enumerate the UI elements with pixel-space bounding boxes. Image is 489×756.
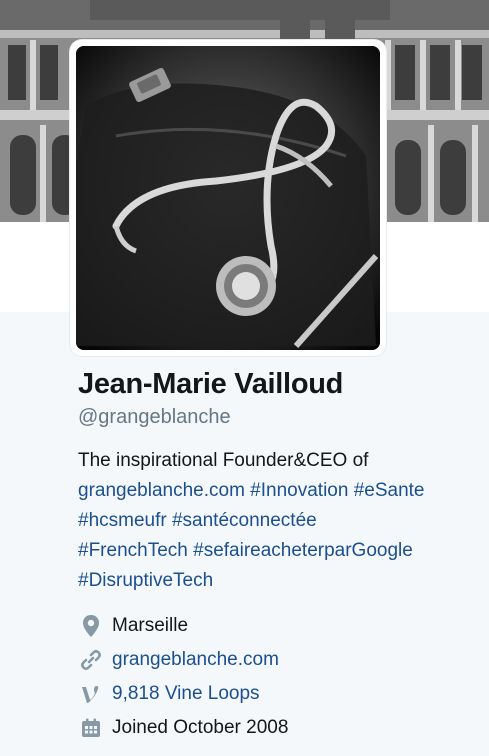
profile-handle[interactable]: @grangeblanche <box>78 406 231 429</box>
calendar-icon <box>78 715 104 741</box>
bio-hashtag-sefaireacheterpargoogle[interactable]: #sefaireacheterparGoogle <box>193 540 413 561</box>
bio-text: The inspirational Founder&CEO of <box>78 450 369 471</box>
profile-joined: Joined October 2008 <box>78 714 288 742</box>
profile-website: grangeblanche.com <box>78 646 279 674</box>
bio-hashtag-frenchtech[interactable]: #FrenchTech <box>78 540 188 561</box>
profile-name[interactable]: Jean-Marie Vailloud <box>78 368 343 401</box>
profile-vine: 9,818 Vine Loops <box>78 680 260 708</box>
bio-hashtag-esante[interactable]: #eSante <box>354 480 425 501</box>
profile-avatar-frame[interactable] <box>70 40 386 356</box>
bio-hashtag-innovation[interactable]: #Innovation <box>250 480 348 501</box>
vine-loops-link[interactable]: 9,818 Vine Loops <box>112 683 260 705</box>
bio-link-website[interactable]: grangeblanche.com <box>78 480 245 501</box>
bio-hashtag-hcsmeufr[interactable]: #hcsmeufr <box>78 510 167 531</box>
vine-icon <box>78 681 104 707</box>
joined-text: Joined October 2008 <box>112 717 289 738</box>
link-icon <box>78 647 104 673</box>
stethoscope-bag-graphic <box>76 46 380 350</box>
website-link[interactable]: grangeblanche.com <box>112 649 279 671</box>
profile-location: Marseille <box>78 612 188 640</box>
profile-bio: The inspirational Founder&CEO of grangeb… <box>78 446 483 596</box>
avatar[interactable] <box>76 46 380 350</box>
bio-hashtag-santeconnectee[interactable]: #santéconnectée <box>172 510 317 531</box>
location-text: Marseille <box>112 615 189 636</box>
bio-hashtag-disruptivetech[interactable]: #DisruptiveTech <box>78 570 213 591</box>
map-pin-icon <box>78 613 104 639</box>
